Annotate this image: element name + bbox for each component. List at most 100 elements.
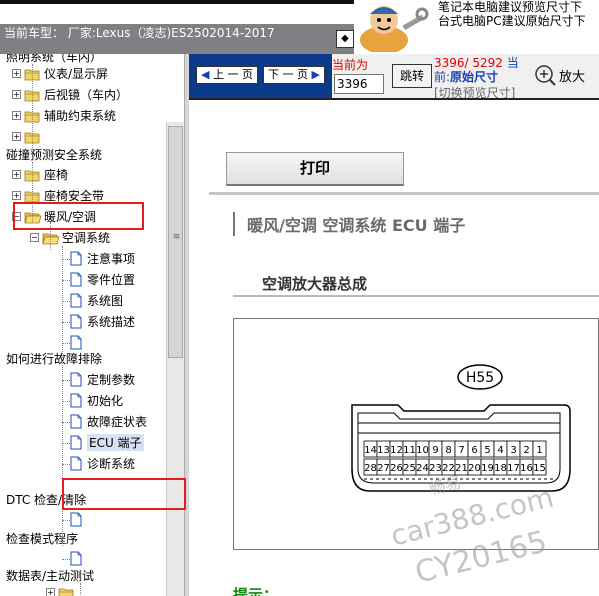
- tree-item-label: 如何进行故障排除: [6, 352, 103, 366]
- tree-item[interactable]: 系统描述: [70, 311, 135, 332]
- tree-item[interactable]: 定制参数: [70, 369, 135, 390]
- nav-arrow-button[interactable]: ◆: [336, 30, 354, 48]
- tree-item[interactable]: 碰撞预测安全系统: [6, 144, 102, 165]
- car-model-value: 厂家:Lexus（凌志)ES2502014-2017: [67, 26, 275, 40]
- page-nav-panel: ◀ 上 一 页 下 一 页 ▶: [189, 54, 332, 98]
- hint-label: 提示：: [233, 586, 279, 596]
- tree-connector-line: [62, 280, 70, 281]
- tree-scrollbar[interactable]: ≡: [166, 122, 184, 596]
- page-toolbar: ◀ 上 一 页 下 一 页 ▶ 当前为 跳转 3396/ 5292 当 前:原始…: [189, 54, 599, 100]
- red-highlight-box: [13, 202, 144, 230]
- tree-item-label: 系统描述: [87, 315, 136, 329]
- tree-item-label: 系统图: [87, 294, 124, 308]
- jump-button[interactable]: 跳转: [392, 64, 432, 88]
- expand-icon[interactable]: +: [12, 132, 21, 141]
- tree-item[interactable]: + 辅助约束系统: [12, 105, 116, 126]
- tree-item-label: 碰撞预测安全系统: [6, 148, 103, 162]
- pin-number: 13: [377, 445, 390, 456]
- tree-item[interactable]: 零件位置: [70, 269, 135, 290]
- print-button[interactable]: 打印: [226, 152, 404, 186]
- catalog-tree: 照明系统（车内） + 仪表/显示屏 + 后视镜（车内） + 辅助约束系统 + 碰撞预测安全系统 +…: [0, 54, 184, 596]
- pin-number: 26: [390, 463, 403, 474]
- tree-item[interactable]: +: [46, 582, 78, 596]
- tree-connector-line: [62, 301, 70, 302]
- prev-arrow-icon: ◀: [201, 68, 213, 81]
- document-icon: [70, 435, 82, 450]
- tree-item-label: 检查模式程序: [6, 532, 79, 546]
- zoom-button[interactable]: 放大: [534, 62, 594, 88]
- tree-connector-line: [62, 422, 70, 423]
- tree-item[interactable]: ECU 端子: [70, 432, 144, 453]
- document-icon: [70, 293, 82, 308]
- page-number-input[interactable]: [334, 74, 384, 94]
- pin-number: 20: [468, 463, 481, 474]
- subtitle-divider: [233, 295, 599, 297]
- pin-number: 10: [416, 445, 429, 456]
- document-icon: [70, 372, 82, 387]
- pin-number: 17: [507, 463, 520, 474]
- pin-number: 7: [458, 445, 464, 456]
- tree-connector-line: [62, 443, 70, 444]
- tree-item[interactable]: 如何进行故障排除: [6, 348, 102, 369]
- tree-item[interactable]: 系统图: [70, 290, 123, 311]
- tree-item[interactable]: − 空调系统: [30, 227, 110, 248]
- tree-item[interactable]: [70, 509, 87, 530]
- pin-number: 16: [520, 463, 533, 474]
- tree-scroll-thumb[interactable]: ≡: [168, 126, 183, 358]
- tree-item[interactable]: 初始化: [70, 390, 123, 411]
- tree-connector-line: [62, 322, 70, 323]
- pin-number: 9: [432, 445, 438, 456]
- tree-item[interactable]: 故障症状表: [70, 411, 147, 432]
- tree-connector-line: [62, 520, 70, 521]
- notice-line-2: 台式电脑PC建议原始尺寸下: [438, 14, 586, 28]
- notice-line-1: 笔记本电脑建议预览尺寸下: [438, 0, 583, 14]
- next-arrow-icon: ▶: [308, 68, 320, 81]
- tree-item-label: 仪表/显示屏: [44, 67, 109, 81]
- tree-connector-line: [62, 259, 70, 260]
- page-title: 暖风/空调 空调系统 ECU 端子: [233, 212, 465, 236]
- tree-item-label: 辅助约束系统: [44, 109, 117, 123]
- tree-item[interactable]: 检查模式程序: [6, 528, 78, 549]
- tree-item-label: 诊断系统: [87, 457, 136, 471]
- document-page: 打印 暖风/空调 空调系统 ECU 端子 空调放大器总成 H55 14 13 12 1…: [189, 100, 599, 596]
- tree-item[interactable]: + 仪表/显示屏: [12, 63, 108, 84]
- folder-icon: [58, 587, 74, 596]
- tree-item[interactable]: 注意事项: [70, 248, 135, 269]
- pin-number: 2: [523, 445, 529, 456]
- tree-item-label: 后视镜（车内）: [44, 88, 129, 102]
- document-icon: [70, 456, 82, 471]
- pin-number: 1: [536, 445, 542, 456]
- pin-number: 28: [364, 463, 377, 474]
- tree-item[interactable]: 诊断系统: [70, 453, 135, 474]
- expand-icon[interactable]: +: [46, 588, 55, 596]
- next-page-button[interactable]: 下 一 页 ▶: [263, 66, 325, 84]
- expand-icon[interactable]: +: [12, 191, 21, 200]
- expand-icon[interactable]: +: [12, 170, 21, 179]
- expand-icon[interactable]: +: [12, 90, 21, 99]
- document-icon: [70, 314, 82, 329]
- red-highlight-box: [62, 478, 186, 510]
- pin-number: 8: [445, 445, 451, 456]
- prev-page-button[interactable]: ◀ 上 一 页: [196, 66, 258, 84]
- pin-number: 12: [390, 445, 403, 456]
- pin-number: 18: [494, 463, 507, 474]
- tree-connector-line: [62, 559, 70, 560]
- collapse-icon[interactable]: −: [30, 233, 39, 242]
- current-page-label: 当前为: [332, 58, 369, 72]
- tree-item-label: 空调系统: [62, 231, 111, 245]
- scroll-grip-icon: ≡: [172, 232, 181, 242]
- tree-item-label: 初始化: [87, 394, 124, 408]
- pin-number: 14: [364, 445, 377, 456]
- connector-label: H55: [466, 370, 494, 386]
- expand-icon[interactable]: +: [12, 111, 21, 120]
- expand-icon[interactable]: +: [12, 69, 21, 78]
- tree-item-label: ECU 端子: [87, 434, 144, 451]
- original-size-option[interactable]: 前:原始尺寸: [434, 68, 498, 85]
- tree-item-label: 定制参数: [87, 373, 136, 387]
- tree-item[interactable]: + 后视镜（车内）: [12, 84, 128, 105]
- tree-connector-line: [32, 64, 33, 150]
- tree-item[interactable]: + 座椅: [12, 164, 68, 185]
- document-icon: [70, 251, 82, 266]
- pin-number: 3: [510, 445, 516, 456]
- pin-number: 25: [403, 463, 416, 474]
